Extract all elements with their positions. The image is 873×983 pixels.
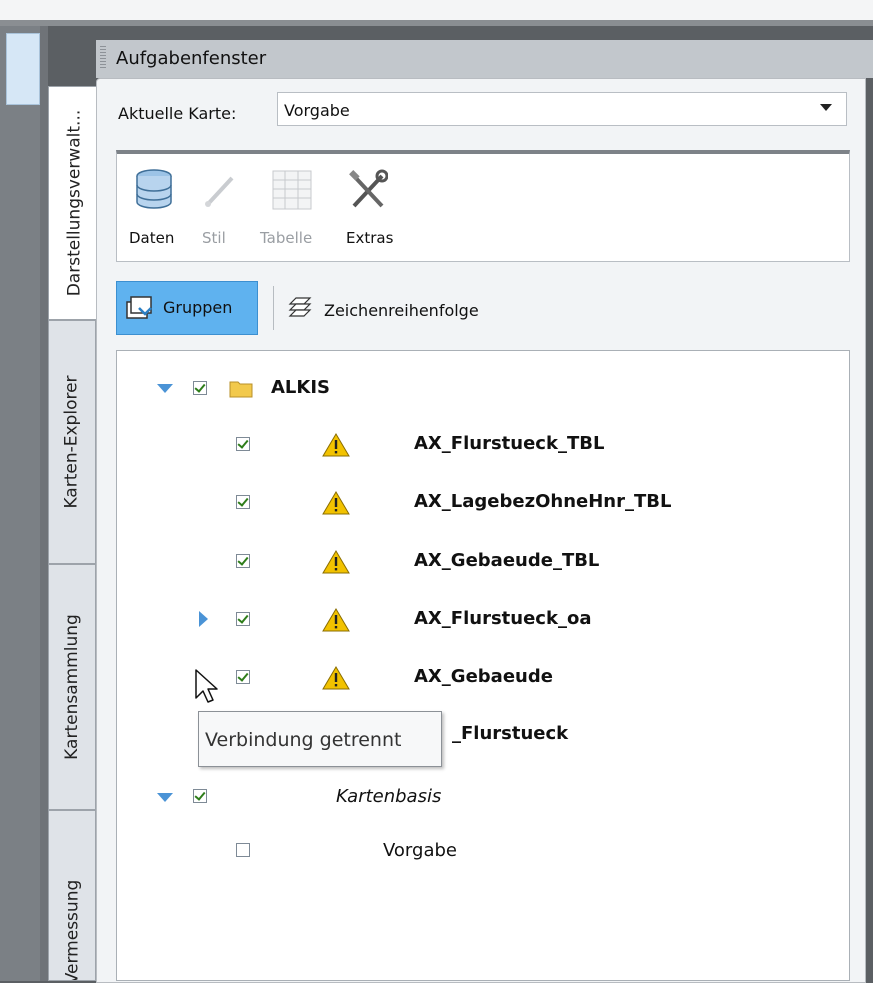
divider <box>273 286 274 330</box>
zeichenreihenfolge-button[interactable]: Zeichenreihenfolge <box>284 292 544 328</box>
gruppen-label: Gruppen <box>163 298 233 317</box>
layer-label[interactable]: AX_Flurstueck_TBL <box>414 433 604 454</box>
tab-kartensammlung[interactable]: Kartensammlung <box>48 564 96 810</box>
tab-label: Kartensammlung <box>62 614 82 760</box>
stil-label: Stil <box>202 229 226 247</box>
daten-label: Daten <box>129 229 175 247</box>
extras-label: Extras <box>346 229 394 247</box>
cursor-icon <box>195 669 218 703</box>
checkbox[interactable] <box>236 554 250 568</box>
expand-toggle-icon[interactable] <box>199 611 208 627</box>
layer-label[interactable]: AX_LagebezOhneHnr_TBL <box>414 491 671 512</box>
tabelle-label: Tabelle <box>260 229 313 247</box>
daten-button[interactable]: Daten <box>126 166 182 256</box>
draw-order-icon <box>288 297 312 317</box>
stil-button[interactable]: Stil <box>196 166 240 256</box>
expand-toggle-icon[interactable] <box>157 384 173 393</box>
warning-icon <box>322 491 350 515</box>
checkbox[interactable] <box>236 670 250 684</box>
layer-label[interactable]: AX_Gebaeude <box>414 666 553 687</box>
table-icon <box>272 170 312 210</box>
checkbox[interactable] <box>193 381 207 395</box>
panel-title: Aufgabenfenster <box>116 48 267 69</box>
checkbox[interactable] <box>193 789 207 803</box>
layer-label[interactable]: _Flurstueck <box>452 723 568 744</box>
tab-darstellungsverwaltung[interactable]: Darstellungsverwalt... <box>48 86 100 320</box>
checkbox[interactable] <box>236 612 250 626</box>
group-label: ALKIS <box>271 377 331 398</box>
extras-button[interactable]: Extras <box>342 166 406 256</box>
base-layer-label[interactable]: Vorgabe <box>383 840 457 861</box>
gruppen-button[interactable]: Gruppen <box>116 281 258 335</box>
tab-karten-explorer[interactable]: Karten-Explorer <box>48 320 96 564</box>
grip-handle[interactable] <box>100 46 106 68</box>
top-bar <box>0 0 873 20</box>
tabelle-button[interactable]: Tabelle <box>256 166 328 256</box>
current-map-label: Aktuelle Karte: <box>118 104 237 123</box>
brush-icon <box>205 176 234 207</box>
left-panel-strip <box>0 26 40 981</box>
checkbox[interactable] <box>236 437 250 451</box>
warning-icon <box>322 550 350 574</box>
tab-label: Darstellungsverwalt... <box>64 109 85 297</box>
expand-toggle-icon[interactable] <box>157 793 173 802</box>
tooltip-text: Verbindung getrennt <box>205 729 402 751</box>
warning-icon <box>322 666 350 690</box>
tab-vermessung[interactable]: Vermessung <box>48 810 96 981</box>
tab-label: Karten-Explorer <box>62 375 83 509</box>
top-stripe <box>0 20 873 26</box>
folder-icon <box>229 381 253 398</box>
layer-label[interactable]: AX_Flurstueck_oa <box>414 608 591 629</box>
database-icon <box>136 169 172 209</box>
base-group-label: Kartenbasis <box>336 786 442 807</box>
current-map-select[interactable] <box>277 92 847 126</box>
chevron-down-icon[interactable] <box>820 104 832 111</box>
layer-label[interactable]: AX_Gebaeude_TBL <box>414 550 599 571</box>
splitter[interactable] <box>40 26 48 981</box>
checkbox[interactable] <box>236 495 250 509</box>
groups-icon <box>126 296 152 319</box>
checkbox[interactable] <box>236 843 250 857</box>
current-map-value: Vorgabe <box>284 101 350 120</box>
warning-icon <box>322 433 350 457</box>
tab-label: Vermessung <box>62 879 83 981</box>
zeichenreihenfolge-label: Zeichenreihenfolge <box>324 301 479 320</box>
tools-icon <box>349 169 388 208</box>
left-panel-selection[interactable] <box>6 33 40 105</box>
warning-icon <box>322 608 350 632</box>
